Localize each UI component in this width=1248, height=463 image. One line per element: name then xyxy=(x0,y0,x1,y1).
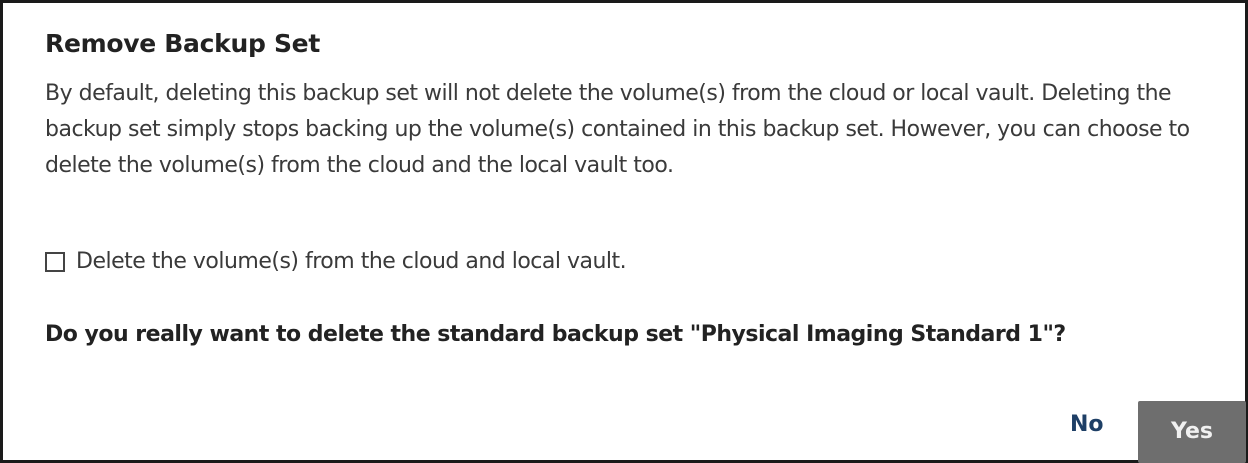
no-button[interactable]: No xyxy=(1070,412,1104,437)
checkbox-unchecked-icon[interactable] xyxy=(45,251,65,272)
confirm-question: Do you really want to delete the standar… xyxy=(45,322,1066,347)
yes-button[interactable]: Yes xyxy=(1138,401,1246,463)
delete-volumes-label[interactable]: Delete the volume(s) from the cloud and … xyxy=(76,249,627,274)
remove-backup-set-dialog: Remove Backup Set By default, deleting t… xyxy=(0,0,1248,463)
delete-volumes-option[interactable]: Delete the volume(s) from the cloud and … xyxy=(45,249,627,274)
dialog-description: By default, deleting this backup set wil… xyxy=(45,81,1190,178)
dialog-title: Remove Backup Set xyxy=(45,29,320,58)
